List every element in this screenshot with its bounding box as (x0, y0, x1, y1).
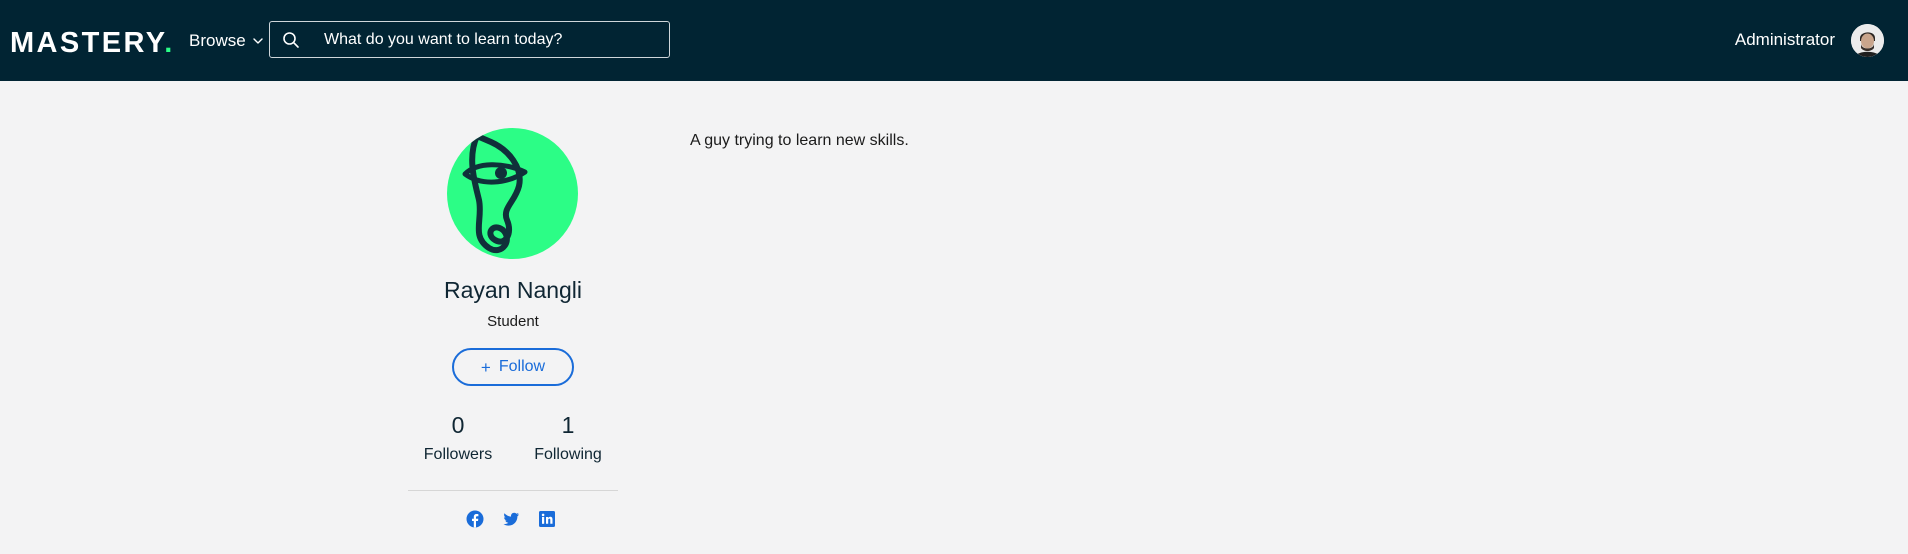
browse-menu-button[interactable]: Browse (189, 28, 264, 54)
user-avatar-image (1851, 24, 1884, 57)
browse-label: Browse (189, 31, 246, 50)
followers-stat[interactable]: 0 Followers (403, 410, 513, 466)
twitter-icon[interactable] (502, 510, 520, 528)
followers-count: 0 (451, 412, 465, 438)
chevron-down-icon (252, 38, 263, 44)
followers-label: Followers (423, 446, 493, 463)
user-name-link[interactable]: Administrator (1735, 29, 1835, 51)
following-label: Following (534, 446, 602, 463)
plus-icon: + (480, 357, 491, 377)
social-links (466, 510, 556, 528)
follow-label: Follow (498, 358, 546, 375)
profile-role: Student (487, 313, 539, 330)
profile-bio: A guy trying to learn new skills. (690, 132, 909, 149)
top-navigation-bar: MASTERY. Browse Administrator (0, 0, 1908, 81)
mastery-logo[interactable]: MASTERY. (10, 27, 175, 59)
search-box (269, 21, 670, 58)
divider (408, 490, 618, 491)
following-count: 1 (561, 412, 575, 438)
search-input[interactable] (322, 22, 662, 57)
profile-name: Rayan Nangli (443, 277, 583, 303)
user-avatar[interactable] (1851, 24, 1884, 57)
search-icon (283, 32, 299, 48)
linkedin-icon[interactable] (538, 510, 556, 528)
profile-avatar (447, 128, 578, 259)
profile-avatar-illustration (447, 128, 578, 259)
facebook-icon[interactable] (466, 510, 484, 528)
follow-button[interactable]: + Follow (452, 348, 574, 386)
logo-text: MASTERY (10, 27, 165, 59)
logo-dot: . (164, 27, 175, 59)
following-stat[interactable]: 1 Following (513, 410, 623, 466)
